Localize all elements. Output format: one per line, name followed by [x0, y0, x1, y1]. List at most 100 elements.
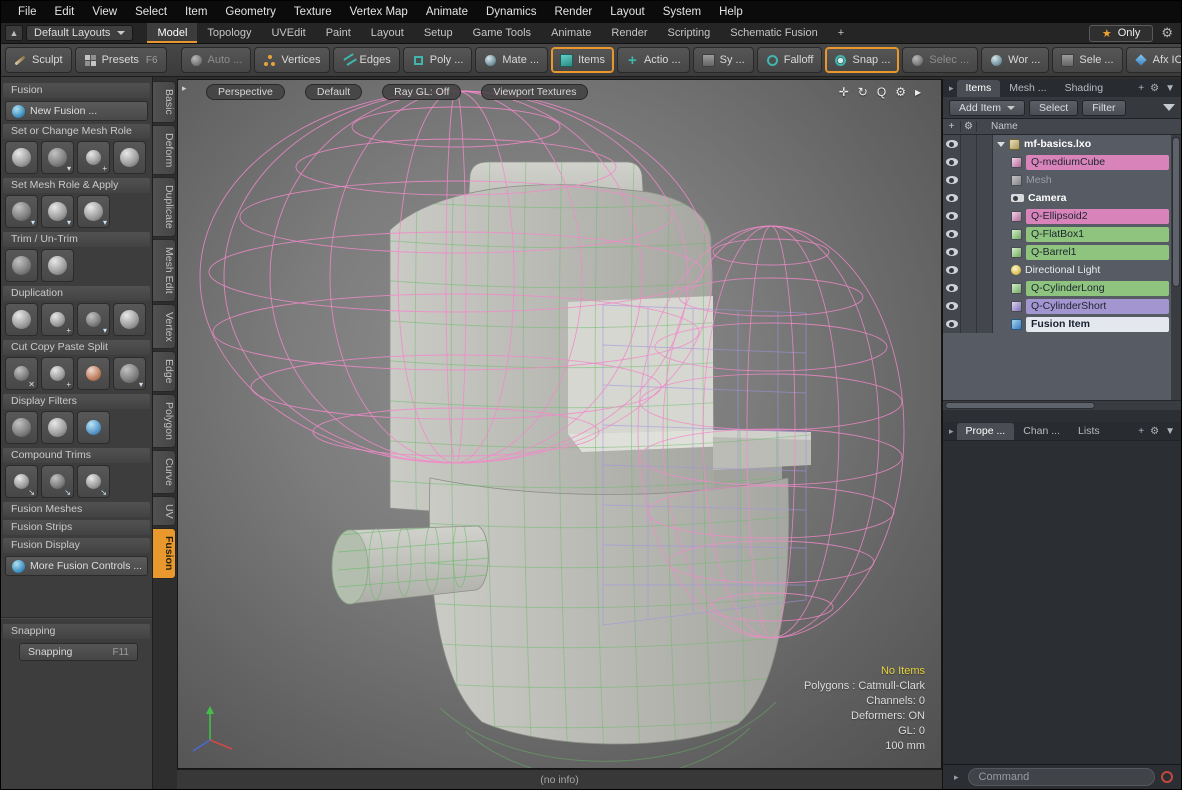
apply-role-button-1[interactable]: ▾: [5, 195, 38, 228]
item-row-mesh[interactable]: Q-FlatBox1: [943, 225, 1181, 243]
item-row-mesh[interactable]: Q-Barrel1: [943, 243, 1181, 261]
section-fusion-strips[interactable]: Fusion Strips: [3, 520, 150, 535]
only-toggle-button[interactable]: ★ Only: [1089, 25, 1154, 42]
menu-texture[interactable]: Texture: [285, 1, 341, 23]
section-fusion[interactable]: Fusion: [3, 83, 150, 98]
filter-button-3[interactable]: [77, 411, 110, 444]
mode-button-symmetry[interactable]: Sy ...: [693, 47, 754, 73]
visibility-eye-icon[interactable]: [943, 297, 961, 315]
visibility-eye-icon[interactable]: [943, 153, 961, 171]
tab-deform[interactable]: Deform: [153, 125, 176, 175]
layout-tab-animate[interactable]: Animate: [541, 23, 601, 43]
item-row-scene[interactable]: mf-basics.lxo: [943, 135, 1181, 153]
mesh-role-trim-button[interactable]: ▾: [41, 141, 74, 174]
menu-edit[interactable]: Edit: [46, 1, 84, 23]
menu-dynamics[interactable]: Dynamics: [477, 1, 545, 23]
new-fusion-button[interactable]: New Fusion ...: [5, 101, 148, 121]
layout-tab-game-tools[interactable]: Game Tools: [463, 23, 542, 43]
list-horizontal-scrollbar[interactable]: [943, 400, 1181, 410]
mode-button-action-center[interactable]: Actio ...: [617, 47, 690, 73]
scrollbar-thumb[interactable]: [945, 402, 1095, 409]
filter-button-1[interactable]: [5, 411, 38, 444]
item-row-light[interactable]: Directional Light: [943, 261, 1181, 279]
duplicate-button-2[interactable]: +: [41, 303, 74, 336]
item-tree-list[interactable]: mf-basics.lxo Q-mediumCube Mesh: [943, 135, 1181, 400]
tab-properties[interactable]: Prope ...: [957, 423, 1015, 440]
item-row-camera[interactable]: Camera: [943, 189, 1181, 207]
section-cut-copy-paste[interactable]: Cut Copy Paste Split: [3, 340, 150, 355]
tab-edge[interactable]: Edge: [153, 351, 176, 392]
trim-button[interactable]: [5, 249, 38, 282]
panel-caret-icon[interactable]: ▼: [1162, 426, 1178, 437]
viewport-raygl-button[interactable]: Ray GL: Off: [382, 84, 461, 100]
more-fusion-controls-button[interactable]: More Fusion Controls ...: [5, 556, 148, 576]
item-row-mesh[interactable]: Q-CylinderShort: [943, 297, 1181, 315]
visibility-eye-icon[interactable]: [943, 225, 961, 243]
menu-layout[interactable]: Layout: [601, 1, 654, 23]
layout-tab-paint[interactable]: Paint: [316, 23, 361, 43]
viewport-corner-arrow-icon[interactable]: ▸: [182, 83, 187, 94]
menu-geometry[interactable]: Geometry: [216, 1, 285, 23]
panel-gear-icon[interactable]: ⚙: [1147, 426, 1162, 437]
tab-curve[interactable]: Curve: [153, 450, 176, 494]
section-fusion-meshes[interactable]: Fusion Meshes: [3, 502, 150, 517]
compound-button-2[interactable]: ↘: [41, 465, 74, 498]
list-vertical-scrollbar[interactable]: [1171, 135, 1181, 400]
visibility-column-icon[interactable]: +: [943, 121, 961, 132]
viewport-more-icon[interactable]: ▸: [915, 85, 921, 99]
menu-system[interactable]: System: [654, 1, 710, 23]
mode-button-falloff[interactable]: Falloff: [757, 47, 823, 73]
item-row-mesh[interactable]: Q-CylinderLong: [943, 279, 1181, 297]
mode-button-items[interactable]: Items: [551, 47, 614, 73]
layout-tab-render[interactable]: Render: [601, 23, 657, 43]
menu-file[interactable]: File: [9, 1, 46, 23]
section-fusion-display[interactable]: Fusion Display: [3, 538, 150, 553]
compound-button-3[interactable]: ↘: [77, 465, 110, 498]
panel-add-icon[interactable]: +: [1135, 426, 1147, 437]
filter-funnel-icon[interactable]: [1163, 104, 1175, 111]
section-set-mesh-role[interactable]: Set or Change Mesh Role: [3, 124, 150, 139]
cut-button[interactable]: ✕: [5, 357, 38, 390]
layout-tab-schematic-fusion[interactable]: Schematic Fusion: [720, 23, 827, 43]
mode-button-materials[interactable]: Mate ...: [475, 47, 548, 73]
menu-view[interactable]: View: [83, 1, 126, 23]
layout-tab-uvedit[interactable]: UVEdit: [261, 23, 315, 43]
section-trim[interactable]: Trim / Un-Trim: [3, 232, 150, 247]
snapping-popover-button[interactable]: Snapping F11: [19, 643, 138, 661]
menu-animate[interactable]: Animate: [417, 1, 477, 23]
visibility-eye-icon[interactable]: [943, 189, 961, 207]
layout-tab-scripting[interactable]: Scripting: [658, 23, 721, 43]
mode-button-polygons[interactable]: Poly ...: [403, 47, 473, 73]
viewport-gear-icon[interactable]: ⚙: [895, 85, 906, 99]
panel-gear-icon[interactable]: ⚙: [1147, 83, 1162, 94]
zoom-icon[interactable]: Q: [877, 85, 886, 99]
mode-button-work-plane[interactable]: Wor ...: [981, 47, 1049, 73]
lock-column-icon[interactable]: ⚙: [961, 121, 977, 132]
scrollbar-thumb[interactable]: [1172, 137, 1180, 287]
item-row-mesh[interactable]: Q-Ellipsoid2: [943, 207, 1181, 225]
command-input[interactable]: [968, 768, 1155, 786]
mode-button-selection[interactable]: Sele ...: [1052, 47, 1122, 73]
tab-fusion[interactable]: Fusion: [153, 528, 176, 578]
add-item-button[interactable]: Add Item: [949, 100, 1025, 116]
visibility-eye-icon[interactable]: [943, 171, 961, 189]
tab-channels[interactable]: Chan ...: [1014, 423, 1069, 440]
disclosure-triangle-icon[interactable]: [997, 142, 1005, 147]
tab-vertex[interactable]: Vertex: [153, 304, 176, 350]
sculpt-button[interactable]: Sculpt: [5, 47, 72, 73]
tab-basic[interactable]: Basic: [153, 81, 176, 123]
viewport-shading-button[interactable]: Default: [305, 84, 362, 100]
layout-tab-topology[interactable]: Topology: [197, 23, 261, 43]
layout-up-icon[interactable]: ▲: [5, 25, 23, 41]
paste-button[interactable]: [77, 357, 110, 390]
panel-chevron-icon[interactable]: ▸: [949, 83, 954, 94]
visibility-eye-icon[interactable]: [943, 135, 961, 153]
tab-mesh-edit[interactable]: Mesh Edit: [153, 239, 176, 302]
mode-button-auto[interactable]: Auto ...: [181, 47, 252, 73]
tab-mesh-ops[interactable]: Mesh ...: [1000, 80, 1055, 97]
macro-record-icon[interactable]: [1161, 771, 1173, 783]
mode-button-edges[interactable]: Edges: [333, 47, 400, 73]
viewport-projection-button[interactable]: Perspective: [206, 84, 285, 100]
item-row-mesh[interactable]: Q-mediumCube: [943, 153, 1181, 171]
menu-help[interactable]: Help: [710, 1, 752, 23]
